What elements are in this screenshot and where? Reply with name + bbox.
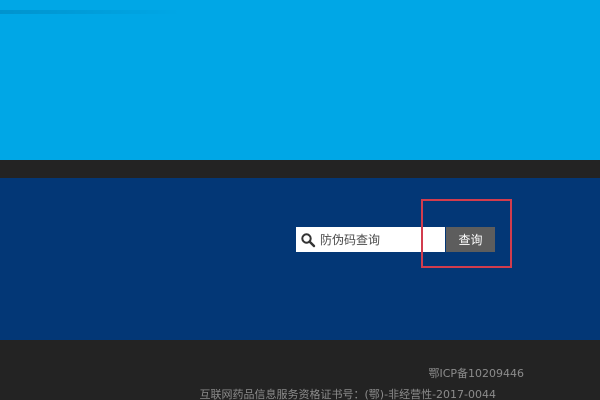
search-box [296, 227, 474, 252]
query-button[interactable]: 查询 [446, 227, 495, 252]
anti-counterfeit-query-section: 查询 [0, 178, 600, 340]
search-icon [301, 232, 316, 247]
hero-banner [0, 0, 600, 160]
icp-record-number: 鄂ICP备10209446 [428, 367, 524, 380]
pharma-license-text: 互联网药品信息服务资格证书号：(鄂)-非经营性-2017-0044 [199, 388, 496, 400]
footer: 鄂ICP备10209446 互联网药品信息服务资格证书号：(鄂)-非经营性-20… [0, 340, 600, 400]
section-divider [0, 160, 600, 178]
page: 查询 鄂ICP备10209446 互联网药品信息服务资格证书号：(鄂)-非经营性… [0, 0, 600, 400]
banner-decoration [0, 10, 180, 14]
